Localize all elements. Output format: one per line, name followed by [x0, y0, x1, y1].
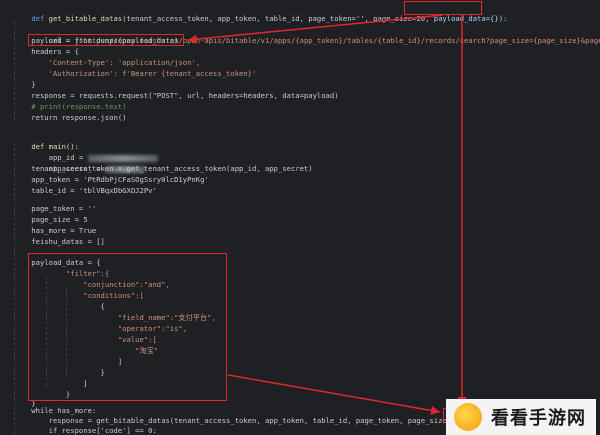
- arrow-to-call: [227, 374, 441, 415]
- annotation-arrows: [187, 14, 467, 415]
- watermark-text: 看看手游网: [491, 408, 586, 429]
- watermark: 看看手游网: [446, 399, 596, 435]
- watermark-logo-icon: [454, 403, 482, 431]
- code-editor[interactable]: def get_bitable_datas(tenant_access_toke…: [0, 0, 600, 435]
- arrow-to-payload: [187, 14, 444, 44]
